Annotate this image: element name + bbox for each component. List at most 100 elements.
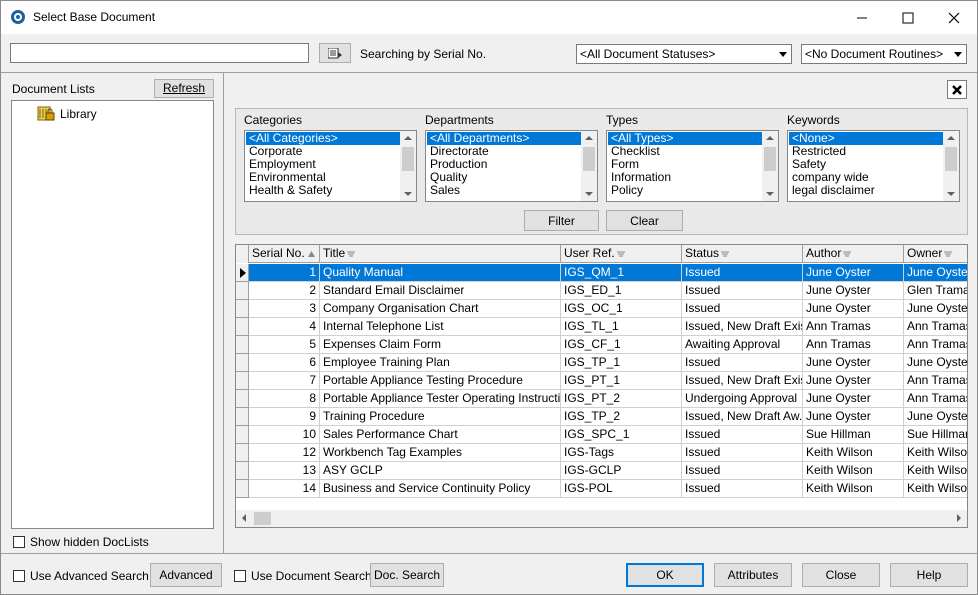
filter-button[interactable]: Filter [524,210,599,231]
table-cell[interactable]: 2 [249,282,320,300]
use-advanced-search-checkbox[interactable] [13,570,25,582]
close-button[interactable]: Close [802,563,880,587]
table-row[interactable]: 14 Business and Service Continuity Policy… [236,480,967,498]
table-cell[interactable]: 12 [249,444,320,462]
table-cell[interactable]: Ann Tramas [904,390,967,408]
list-item[interactable]: Checklist [608,145,762,158]
table-cell[interactable]: IGS_OC_1 [561,300,682,318]
help-button[interactable]: Help [890,563,968,587]
horizontal-scrollbar[interactable] [236,510,967,527]
column-header[interactable]: Owner [904,245,967,263]
table-cell[interactable]: Issued, New Draft Aw... [682,408,803,426]
close-filter-panel-button[interactable] [947,80,967,99]
table-cell[interactable]: Training Procedure [320,408,561,426]
table-cell[interactable]: Sue Hillman [904,426,967,444]
row-indicator[interactable] [236,426,249,444]
table-cell[interactable]: Undergoing Approval [682,390,803,408]
status-filter-select[interactable]: <All Document Statuses> [576,44,792,64]
row-indicator[interactable] [236,480,249,498]
list-item[interactable]: Corporate [246,145,400,158]
table-cell[interactable]: IGS_QM_1 [561,264,682,282]
row-indicator[interactable] [236,354,249,372]
list-item[interactable]: Form [608,158,762,171]
table-cell[interactable]: Portable Appliance Testing Procedure [320,372,561,390]
table-cell[interactable]: IGS_CF_1 [561,336,682,354]
advanced-button[interactable]: Advanced [150,563,222,587]
list-item[interactable]: legal disclaimer [789,184,943,197]
table-cell[interactable]: Keith Wilson [803,444,904,462]
table-cell[interactable]: June Oyster [803,408,904,426]
scroll-up-icon[interactable] [581,131,597,145]
table-cell[interactable]: Issued [682,354,803,372]
list-item[interactable]: Information [608,171,762,184]
column-header[interactable]: Serial No. [249,245,320,263]
table-cell[interactable]: IGS_ED_1 [561,282,682,300]
table-cell[interactable]: June Oyster [803,300,904,318]
categories-list[interactable]: <All Categories> Corporate Employment Envir… [244,130,417,202]
table-cell[interactable]: June Oyster [904,264,967,282]
table-cell[interactable]: 14 [249,480,320,498]
table-cell[interactable]: Issued [682,282,803,300]
routine-filter-select[interactable]: <No Document Routines> [801,44,967,64]
list-item[interactable]: Health & Safety [246,184,400,197]
column-filter-icon[interactable] [843,250,852,258]
table-cell[interactable]: Internal Telephone List [320,318,561,336]
table-cell[interactable]: Employee Training Plan [320,354,561,372]
table-cell[interactable]: June Oyster [803,282,904,300]
list-item[interactable]: Safety [789,158,943,171]
table-cell[interactable]: Standard Email Disclaimer [320,282,561,300]
table-cell[interactable]: Keith Wilson [803,480,904,498]
table-cell[interactable]: 7 [249,372,320,390]
list-item[interactable]: <All Types> [608,132,762,145]
list-item[interactable]: Policy [608,184,762,197]
column-header[interactable]: Status [682,245,803,263]
maximize-button[interactable] [885,1,931,34]
table-cell[interactable]: Issued [682,480,803,498]
table-cell[interactable]: Keith Wilson [904,480,967,498]
list-item[interactable]: Environmental [246,171,400,184]
scroll-right-icon[interactable] [950,510,967,527]
table-cell[interactable]: Keith Wilson [803,462,904,480]
column-header[interactable]: User Ref. [561,245,682,263]
list-item[interactable]: Restricted [789,145,943,158]
scroll-down-icon[interactable] [400,187,416,201]
table-cell[interactable]: Ann Tramas [803,318,904,336]
table-cell[interactable]: Keith Wilson [904,444,967,462]
table-cell[interactable]: IGS-Tags [561,444,682,462]
table-cell[interactable]: Glen Tramas [904,282,967,300]
table-cell[interactable]: Workbench Tag Examples [320,444,561,462]
list-item[interactable]: company wide [789,171,943,184]
list-item[interactable]: <All Departments> [427,132,581,145]
list-item[interactable]: <None> [789,132,943,145]
scroll-thumb[interactable] [254,512,271,525]
departments-list[interactable]: <All Departments> Directorate Production Qu… [425,130,598,202]
table-cell[interactable]: 8 [249,390,320,408]
list-item[interactable]: Production [427,158,581,171]
table-cell[interactable]: IGS-GCLP [561,462,682,480]
table-cell[interactable]: Portable Appliance Tester Operating Inst… [320,390,561,408]
table-row[interactable]: 9 Training Procedure IGS_TP_2 Issued, New D… [236,408,967,426]
list-item[interactable]: <All Categories> [246,132,400,145]
splitter[interactable] [223,73,224,553]
scroll-up-icon[interactable] [400,131,416,145]
table-cell[interactable]: Issued [682,300,803,318]
attributes-button[interactable]: Attributes [714,563,792,587]
table-row[interactable]: 5 Expenses Claim Form IGS_CF_1 Awaiting App… [236,336,967,354]
keywords-list[interactable]: <None> Restricted Safety company wide legal … [787,130,960,202]
table-cell[interactable]: IGS_SPC_1 [561,426,682,444]
scroll-down-icon[interactable] [581,187,597,201]
doc-search-button[interactable]: Doc. Search [370,563,444,587]
table-cell[interactable]: Expenses Claim Form [320,336,561,354]
table-cell[interactable]: 1 [249,264,320,282]
scroll-down-icon[interactable] [762,187,778,201]
scroll-up-icon[interactable] [762,131,778,145]
table-cell[interactable]: Company Organisation Chart [320,300,561,318]
table-cell[interactable]: Ann Tramas [904,372,967,390]
table-cell[interactable]: IGS_PT_1 [561,372,682,390]
show-hidden-checkbox[interactable] [13,536,25,548]
table-cell[interactable]: IGS-POL [561,480,682,498]
list-item[interactable]: Employment [246,158,400,171]
table-cell[interactable]: June Oyster [904,354,967,372]
row-indicator[interactable] [236,462,249,480]
table-cell[interactable]: Awaiting Approval [682,336,803,354]
